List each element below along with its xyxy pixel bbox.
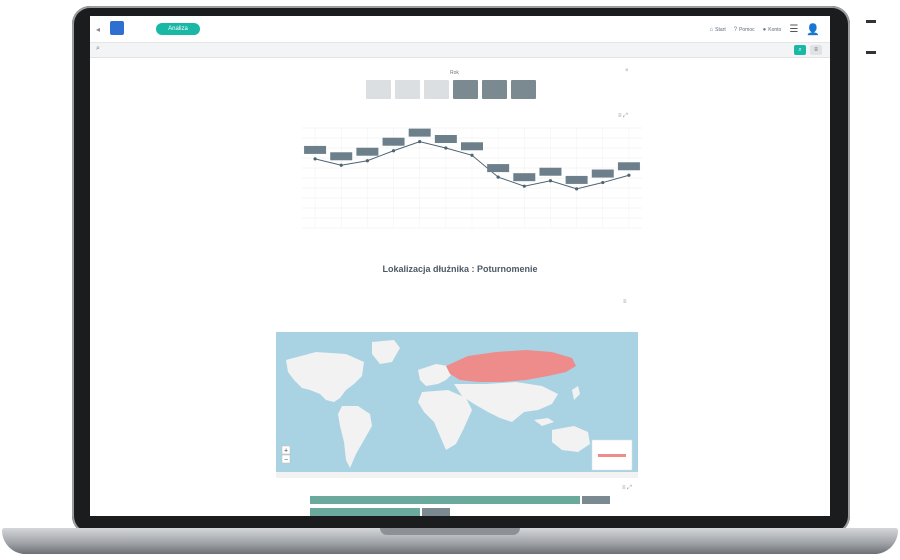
bars-menu-icon[interactable]: ≡ ⤢ xyxy=(622,485,632,492)
data-label-box xyxy=(356,147,379,156)
laptop-notch xyxy=(380,528,520,535)
year-button[interactable] xyxy=(511,80,536,99)
data-label-box xyxy=(539,167,562,176)
bar[interactable] xyxy=(310,496,580,504)
slide-indicator xyxy=(866,20,886,82)
data-label-box xyxy=(434,135,457,143)
data-label-box xyxy=(330,152,353,161)
years-label: Rok xyxy=(450,70,459,76)
top-bar: ◂ Analiza ⌂ Start ? Pomoc ● Konto ☰ 👤 xyxy=(90,16,830,43)
app-logo[interactable] xyxy=(110,21,124,35)
apps-grid-icon[interactable]: ☰ xyxy=(789,24,798,35)
data-label-box xyxy=(513,173,536,182)
top-link-label: Start xyxy=(715,26,726,33)
section-title: Lokalizacja dłużnika : Poturnomenie xyxy=(382,264,538,274)
app-screen: ◂ Analiza ⌂ Start ? Pomoc ● Konto ☰ 👤 ⌕ ⌕ ≡… xyxy=(90,16,830,516)
data-point[interactable] xyxy=(601,180,605,185)
menu-toggle-icon[interactable]: ◂ xyxy=(96,25,100,34)
data-point[interactable] xyxy=(313,157,317,161)
search-button[interactable]: ⌕ xyxy=(794,45,806,55)
year-selector xyxy=(366,80,536,99)
data-label-box xyxy=(304,145,327,154)
home-icon: ⌂ xyxy=(709,26,714,33)
year-button[interactable] xyxy=(395,80,420,99)
years-close-icon[interactable]: × xyxy=(625,68,629,74)
data-label-box xyxy=(382,137,405,146)
account-icon: ● xyxy=(762,26,767,33)
data-point[interactable] xyxy=(444,146,448,150)
year-button[interactable] xyxy=(424,80,449,99)
top-link-label: Konto xyxy=(768,26,782,33)
data-label-box xyxy=(617,162,640,171)
map-zoom-out-icon: − xyxy=(284,457,288,464)
data-label-box xyxy=(565,175,588,184)
filter-button[interactable]: ≡ xyxy=(810,45,822,55)
bar[interactable] xyxy=(310,508,421,516)
world-map[interactable]: + − xyxy=(276,332,638,478)
data-point[interactable] xyxy=(627,173,631,177)
line-chart xyxy=(302,127,642,229)
map-legend-gradient xyxy=(598,454,626,457)
data-label-box xyxy=(591,169,614,178)
user-avatar-icon[interactable]: 👤 xyxy=(806,23,820,36)
year-button[interactable] xyxy=(366,80,391,99)
data-point[interactable] xyxy=(470,153,474,157)
data-point[interactable] xyxy=(339,163,343,167)
top-link-help[interactable]: ? Pomoc xyxy=(734,27,755,33)
search-input[interactable] xyxy=(106,45,216,54)
top-link-account[interactable]: ● Konto xyxy=(763,27,782,33)
data-label-box xyxy=(461,142,483,151)
data-point[interactable] xyxy=(575,187,579,191)
bar-value-label xyxy=(581,496,610,504)
help-icon: ? xyxy=(733,26,738,33)
map-land-antarctica xyxy=(276,472,638,478)
top-link-label: Pomoc xyxy=(739,26,755,33)
data-label-box xyxy=(487,164,510,173)
data-point[interactable] xyxy=(548,179,553,183)
data-point[interactable] xyxy=(496,175,500,179)
search-bar: ⌕ ⌕ ≡ xyxy=(90,43,830,58)
search-icon: ⌕ xyxy=(96,45,100,52)
year-button[interactable] xyxy=(482,80,507,99)
data-point[interactable] xyxy=(522,184,526,188)
mode-toggle[interactable]: Analiza xyxy=(156,23,200,35)
data-label-box xyxy=(408,128,431,137)
bar-value-label xyxy=(422,508,451,516)
top-links: ⌂ Start ? Pomoc ● Konto ☰ 👤 xyxy=(710,23,820,36)
data-point[interactable] xyxy=(365,159,369,163)
data-point[interactable] xyxy=(418,140,422,144)
map-zoom-in-icon: + xyxy=(284,448,288,455)
year-button[interactable] xyxy=(453,80,478,99)
data-point[interactable] xyxy=(391,149,396,153)
chart-menu-icon[interactable]: ≡ ⤢ xyxy=(618,113,628,120)
top-link-start[interactable]: ⌂ Start xyxy=(710,27,726,33)
map-menu-icon[interactable]: ≡ xyxy=(623,299,627,305)
